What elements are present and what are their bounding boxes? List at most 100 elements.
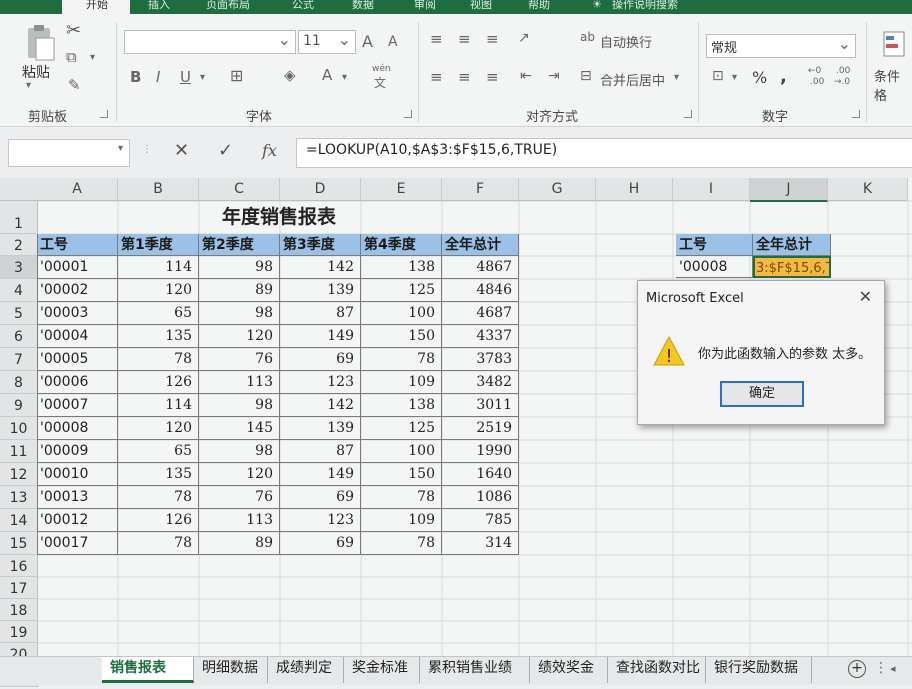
table-id-cell[interactable]: '00003 <box>37 302 118 325</box>
sheet-tab[interactable]: 银行奖励数据 <box>706 657 812 683</box>
row-header-2[interactable]: 2 <box>0 234 38 256</box>
ok-button[interactable]: 确定 <box>720 381 804 407</box>
clipboard-launcher-icon[interactable] <box>100 110 108 118</box>
table-value-cell[interactable]: 150 <box>361 463 442 486</box>
column-header-i[interactable]: I <box>673 178 750 201</box>
table-header-cell[interactable]: 第1季度 <box>118 234 199 256</box>
table-value-cell[interactable]: 98 <box>199 256 280 279</box>
table-id-cell[interactable]: '00013 <box>37 486 118 509</box>
table-value-cell[interactable]: 78 <box>361 532 442 555</box>
alignment-launcher-icon[interactable] <box>684 110 692 118</box>
table-value-cell[interactable]: 69 <box>280 532 361 555</box>
row-header-10[interactable]: 10 <box>0 417 38 440</box>
table-value-cell[interactable]: 65 <box>118 440 199 463</box>
tab-view[interactable]: 视图 <box>470 0 510 14</box>
increase-decimal-icon[interactable]: .00 <box>810 77 824 87</box>
shrink-font-button[interactable]: A <box>388 34 398 50</box>
paste-icon[interactable] <box>22 24 56 64</box>
table-value-cell[interactable]: 4846 <box>442 279 519 302</box>
row-header-11[interactable]: 11 <box>0 440 38 463</box>
row-header-4[interactable]: 4 <box>0 279 38 302</box>
table-value-cell[interactable]: 109 <box>361 509 442 532</box>
table-value-cell[interactable]: 120 <box>199 463 280 486</box>
table-value-cell[interactable]: 120 <box>118 417 199 440</box>
row-header-3[interactable]: 3 <box>0 256 38 279</box>
row-header-1[interactable]: 1 <box>0 201 38 234</box>
tab-help[interactable]: 帮助 <box>528 0 568 14</box>
lookup-header-total[interactable]: 全年总计 <box>753 234 831 256</box>
font-name-select[interactable]: ⌄ <box>124 30 296 54</box>
decrease-indent-icon[interactable]: ⇤ <box>520 68 532 84</box>
sheet-tab[interactable]: 明细数据 <box>194 657 268 683</box>
number-format-select[interactable]: 常规 ⌄ <box>706 34 856 58</box>
comma-button[interactable]: , <box>780 66 787 87</box>
underline-dropdown-icon[interactable]: ▾ <box>200 72 205 83</box>
table-id-cell[interactable]: '00008 <box>37 417 118 440</box>
table-header-cell[interactable]: 全年总计 <box>442 234 519 256</box>
row-header-16[interactable]: 16 <box>0 555 38 577</box>
italic-button[interactable]: I <box>156 68 160 86</box>
table-value-cell[interactable]: 89 <box>199 532 280 555</box>
table-value-cell[interactable]: 78 <box>118 486 199 509</box>
table-header-cell[interactable]: 第4季度 <box>361 234 442 256</box>
phonetic-icon[interactable]: 文 <box>374 74 386 91</box>
tab-review[interactable]: 审阅 <box>414 0 454 14</box>
tab-file[interactable] <box>4 0 40 14</box>
table-value-cell[interactable]: 142 <box>280 394 361 417</box>
table-value-cell[interactable]: 139 <box>280 417 361 440</box>
column-header-h[interactable]: H <box>596 178 673 201</box>
table-value-cell[interactable]: 109 <box>361 371 442 394</box>
sheet-tab[interactable]: 销售报表 <box>102 657 194 683</box>
add-sheet-button[interactable]: + <box>848 660 866 678</box>
table-value-cell[interactable]: 125 <box>361 279 442 302</box>
table-value-cell[interactable]: 1086 <box>442 486 519 509</box>
paste-dropdown-icon[interactable]: ▾ <box>26 80 31 91</box>
lookup-header-id[interactable]: 工号 <box>676 234 753 256</box>
fill-color-icon[interactable]: ◈ <box>284 66 296 84</box>
row-header-17[interactable]: 17 <box>0 577 38 599</box>
table-value-cell[interactable]: 78 <box>361 348 442 371</box>
table-id-cell[interactable]: '00009 <box>37 440 118 463</box>
column-header-g[interactable]: G <box>519 178 596 201</box>
currency-dropdown-icon[interactable]: ▾ <box>732 72 737 83</box>
table-id-cell[interactable]: '00004 <box>37 325 118 348</box>
grow-font-button[interactable]: A <box>362 32 373 51</box>
row-header-9[interactable]: 9 <box>0 394 38 417</box>
table-value-cell[interactable]: 113 <box>199 509 280 532</box>
table-id-cell[interactable]: '00001 <box>37 256 118 279</box>
table-value-cell[interactable]: 114 <box>118 394 199 417</box>
tab-home[interactable]: 开始 <box>62 0 130 14</box>
increase-indent-icon[interactable]: ⇥ <box>548 68 560 84</box>
column-header-e[interactable]: E <box>361 178 442 201</box>
table-value-cell[interactable]: 65 <box>118 302 199 325</box>
row-header-15[interactable]: 15 <box>0 532 38 555</box>
table-value-cell[interactable]: 78 <box>118 348 199 371</box>
column-header-k[interactable]: K <box>828 178 908 201</box>
table-value-cell[interactable]: 120 <box>199 325 280 348</box>
table-value-cell[interactable]: 1640 <box>442 463 519 486</box>
column-header-c[interactable]: C <box>199 178 280 201</box>
underline-button[interactable]: U <box>180 68 191 86</box>
table-value-cell[interactable]: 145 <box>199 417 280 440</box>
sheet-tab[interactable]: 查找函数对比 <box>608 657 706 683</box>
active-edit-cell[interactable]: 3:$F$15,6,T <box>753 256 831 278</box>
format-painter-icon[interactable]: ✎ <box>68 76 81 94</box>
tab-insert[interactable]: 插入 <box>148 0 188 14</box>
table-value-cell[interactable]: 69 <box>280 486 361 509</box>
merge-dropdown-icon[interactable]: ▾ <box>674 72 679 83</box>
table-value-cell[interactable]: 87 <box>280 302 361 325</box>
table-value-cell[interactable]: 100 <box>361 440 442 463</box>
table-value-cell[interactable]: 98 <box>199 302 280 325</box>
phonetic-top[interactable]: wén <box>372 64 391 74</box>
merge-icon[interactable]: ⊟ <box>580 68 592 84</box>
align-top-icon[interactable]: ≡ <box>430 30 443 48</box>
decrease-decimal-top[interactable]: .00 <box>836 66 850 76</box>
table-value-cell[interactable]: 69 <box>280 348 361 371</box>
font-color-dropdown-icon[interactable]: ▾ <box>342 72 347 83</box>
align-bottom-icon[interactable]: ≡ <box>486 30 499 48</box>
table-id-cell[interactable]: '00002 <box>37 279 118 302</box>
column-header-b[interactable]: B <box>118 178 199 201</box>
table-value-cell[interactable]: 149 <box>280 463 361 486</box>
sheet-options-icon[interactable]: ⋮ <box>874 660 888 676</box>
table-value-cell[interactable]: 100 <box>361 302 442 325</box>
